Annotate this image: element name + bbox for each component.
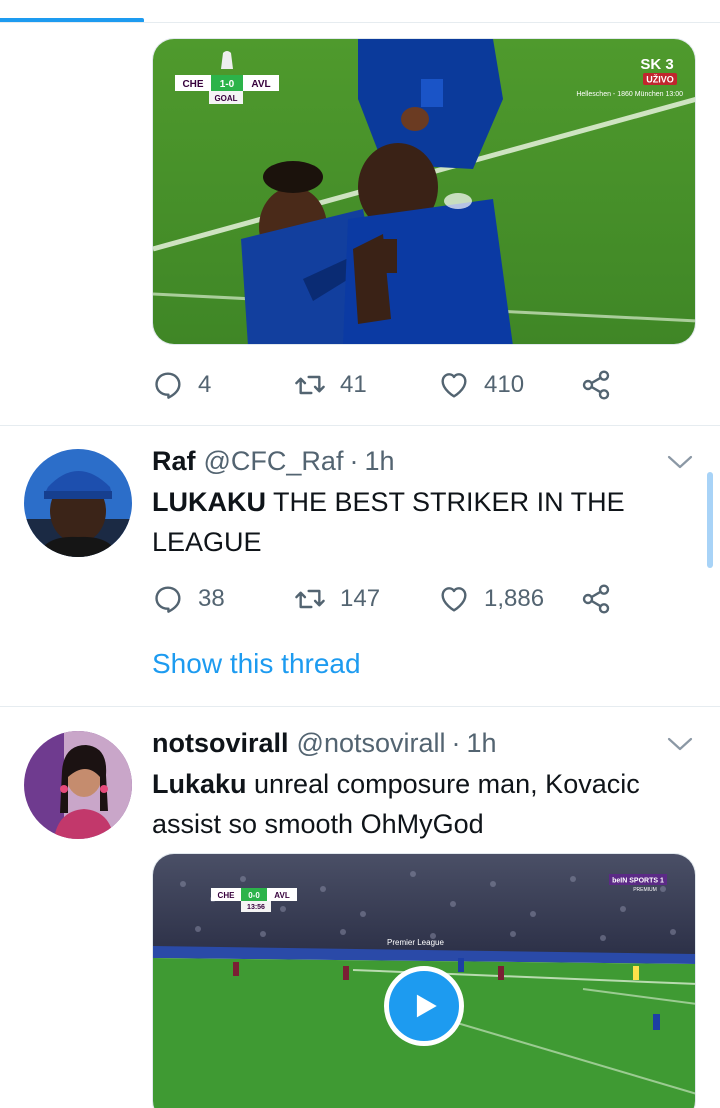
like-button[interactable]: 1,886: [438, 579, 544, 619]
chevron-down-icon[interactable]: [666, 452, 694, 472]
score-value: 0-0: [248, 891, 260, 900]
reply-icon: [155, 586, 181, 613]
show-thread-link[interactable]: Show this thread: [152, 648, 361, 680]
like-count: 1,886: [484, 585, 545, 612]
channel-sub: PREMIUM: [633, 887, 657, 893]
score-away-team: AVL: [251, 79, 270, 90]
top-divider: [0, 22, 720, 23]
match-clock: 13:56: [247, 904, 265, 911]
like-icon: [441, 373, 467, 398]
tweet-text-bold: Lukaku: [152, 769, 247, 799]
channel-live-label: UŽIVO: [646, 74, 674, 85]
retweet-count: 41: [340, 371, 367, 398]
score-away-team: AVL: [274, 891, 290, 900]
score-home-team: CHE: [182, 79, 203, 90]
avatar[interactable]: [24, 449, 132, 557]
channel-ticker: Helleschen - 1860 München 13:00: [576, 91, 683, 98]
reply-count: 38: [198, 585, 225, 612]
tweet-time[interactable]: 1h: [467, 728, 497, 759]
tweet-header: notsovirall @notsovirall · 1h: [152, 728, 497, 762]
share-icon[interactable]: [580, 583, 612, 615]
reply-button[interactable]: 38: [152, 579, 225, 619]
retweet-icon: [295, 375, 325, 395]
like-button[interactable]: 410: [438, 365, 524, 405]
user-name[interactable]: Raf: [152, 446, 196, 477]
tweet-divider: [0, 425, 720, 426]
user-handle[interactable]: @notsovirall: [297, 728, 446, 759]
tweet-raf-actions: 38 147 1,886: [152, 579, 622, 619]
score-home-team: CHE: [218, 891, 236, 900]
reply-icon: [155, 372, 181, 399]
tweet-text: Lukaku unreal composure man, Kovacic ass…: [152, 764, 692, 844]
play-button[interactable]: [384, 966, 464, 1046]
separator-dot: ·: [349, 446, 359, 476]
share-icon[interactable]: [580, 369, 612, 401]
tweet-media-image[interactable]: CHE 1-0 AVL GOAL SK 3 UŽIVO Helleschen -…: [152, 38, 696, 345]
like-count: 410: [484, 371, 525, 398]
tweet-time[interactable]: 1h: [364, 446, 394, 477]
reply-count: 4: [198, 371, 212, 398]
score-value: 1-0: [220, 79, 235, 90]
tweet-divider: [0, 706, 720, 707]
scrollbar[interactable]: [707, 472, 713, 568]
tweet-text-bold: LUKAKU: [152, 487, 266, 517]
score-status: GOAL: [214, 94, 237, 103]
play-icon: [416, 994, 437, 1018]
retweet-count: 147: [340, 585, 381, 612]
ad-board-text: Premier League: [387, 938, 444, 947]
chevron-down-icon[interactable]: [666, 734, 694, 754]
retweet-button[interactable]: 41: [294, 365, 367, 405]
tweet-top-actions: 4 41 410: [152, 365, 622, 405]
avatar[interactable]: [24, 731, 132, 839]
user-handle[interactable]: @CFC_Raf: [204, 446, 344, 477]
channel-logo: SK 3: [640, 56, 673, 73]
retweet-icon: [295, 589, 325, 609]
separator-dot: ·: [451, 728, 461, 758]
tweet-header: Raf @CFC_Raf · 1h: [152, 446, 395, 480]
channel-logo: beIN SPORTS 1: [612, 878, 664, 885]
user-name[interactable]: notsovirall: [152, 728, 289, 759]
tweet-text: LUKAKU THE BEST STRIKER IN THE LEAGUE: [152, 482, 692, 562]
reply-button[interactable]: 4: [152, 365, 211, 405]
retweet-button[interactable]: 147: [294, 579, 380, 619]
like-icon: [441, 587, 467, 612]
